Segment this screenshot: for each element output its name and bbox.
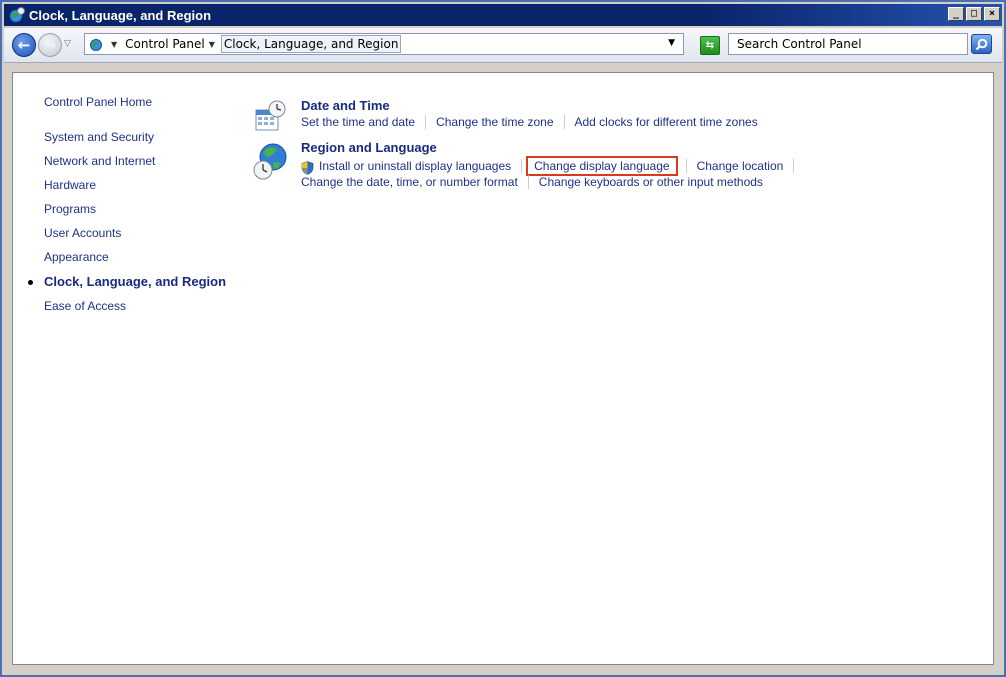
sidebar-item-user-accounts[interactable]: User Accounts	[44, 226, 121, 240]
active-bullet-icon	[28, 280, 33, 285]
search-input[interactable]: Search Control Panel	[728, 33, 968, 55]
sidebar-item-appearance[interactable]: Appearance	[44, 250, 109, 264]
control-panel-icon	[8, 6, 26, 24]
address-field[interactable]: ▼ Control Panel ▼ Clock, Language, and R…	[84, 33, 684, 55]
task-change-keyboards[interactable]: Change keyboards or other input methods	[537, 175, 765, 189]
address-toolbar: ← → ▽ ▼ Control Panel ▼ Clock, Language,…	[4, 28, 1002, 63]
forward-button[interactable]: →	[38, 33, 62, 57]
title-bar[interactable]: Clock, Language, and Region _ □ ×	[4, 4, 1002, 26]
sidebar-item-ease-of-access[interactable]: Ease of Access	[44, 299, 126, 313]
breadcrumb-separator-icon[interactable]: ▼	[209, 40, 215, 49]
window: Clock, Language, and Region _ □ × ← → ▽ …	[0, 0, 1006, 677]
search-button[interactable]	[971, 34, 992, 54]
sidebar-item-hardware[interactable]: Hardware	[44, 178, 96, 192]
breadcrumb-control-panel[interactable]: Control Panel	[123, 37, 207, 51]
task-change-date-time-number-format[interactable]: Change the date, time, or number format	[299, 175, 520, 189]
divider	[425, 115, 427, 129]
breadcrumb-separator-icon[interactable]: ▼	[111, 40, 117, 49]
calendar-clock-icon[interactable]	[253, 99, 287, 136]
divider	[685, 159, 687, 173]
sidebar-item-clock-language-region[interactable]: Clock, Language, and Region	[44, 274, 226, 289]
minimize-button[interactable]: _	[948, 7, 964, 21]
globe-clock-icon[interactable]	[253, 141, 289, 184]
refresh-icon: ⇆	[705, 40, 715, 51]
task-change-location[interactable]: Change location	[695, 159, 786, 173]
address-dropdown-icon[interactable]: ▼	[668, 38, 675, 48]
search-icon	[975, 38, 988, 50]
forward-arrow-icon: →	[43, 36, 57, 54]
task-install-uninstall-languages[interactable]: Install or uninstall display languages	[317, 159, 513, 173]
sidebar-item-programs[interactable]: Programs	[44, 202, 96, 216]
recent-pages-chevron-icon[interactable]: ▽	[64, 39, 71, 49]
content-pane: Control Panel Home System and Security N…	[12, 72, 994, 665]
close-button[interactable]: ×	[984, 7, 1000, 21]
uac-shield-icon	[301, 161, 314, 175]
main-panel: Date and Time Set the time and date Chan…	[243, 73, 993, 664]
back-button[interactable]: ←	[12, 33, 36, 57]
task-add-clocks[interactable]: Add clocks for different time zones	[573, 115, 760, 129]
category-date-and-time[interactable]: Date and Time	[301, 98, 390, 113]
task-set-time-and-date[interactable]: Set the time and date	[299, 115, 417, 129]
divider	[527, 175, 529, 189]
refresh-button[interactable]: ⇆	[700, 36, 720, 55]
date-time-tasks: Set the time and date Change the time zo…	[299, 115, 760, 129]
region-language-tasks-row2: Change the date, time, or number format …	[299, 175, 765, 189]
task-change-time-zone[interactable]: Change the time zone	[434, 115, 555, 129]
divider	[563, 115, 565, 129]
category-region-and-language[interactable]: Region and Language	[301, 140, 437, 155]
divider	[521, 159, 523, 173]
divider	[793, 159, 795, 173]
back-arrow-icon: ←	[17, 36, 31, 54]
sidebar-item-control-panel-home[interactable]: Control Panel Home	[44, 95, 152, 109]
sidebar-item-network-and-internet[interactable]: Network and Internet	[44, 154, 155, 168]
breadcrumb-current[interactable]: Clock, Language, and Region	[220, 35, 402, 53]
window-title: Clock, Language, and Region	[29, 7, 212, 23]
maximize-button[interactable]: □	[966, 7, 982, 21]
task-change-display-language[interactable]: Change display language	[526, 156, 678, 176]
region-language-tasks-row1: Install or uninstall display languages C…	[301, 156, 802, 176]
sidebar-item-system-and-security[interactable]: System and Security	[44, 130, 154, 144]
control-panel-icon	[89, 36, 105, 52]
